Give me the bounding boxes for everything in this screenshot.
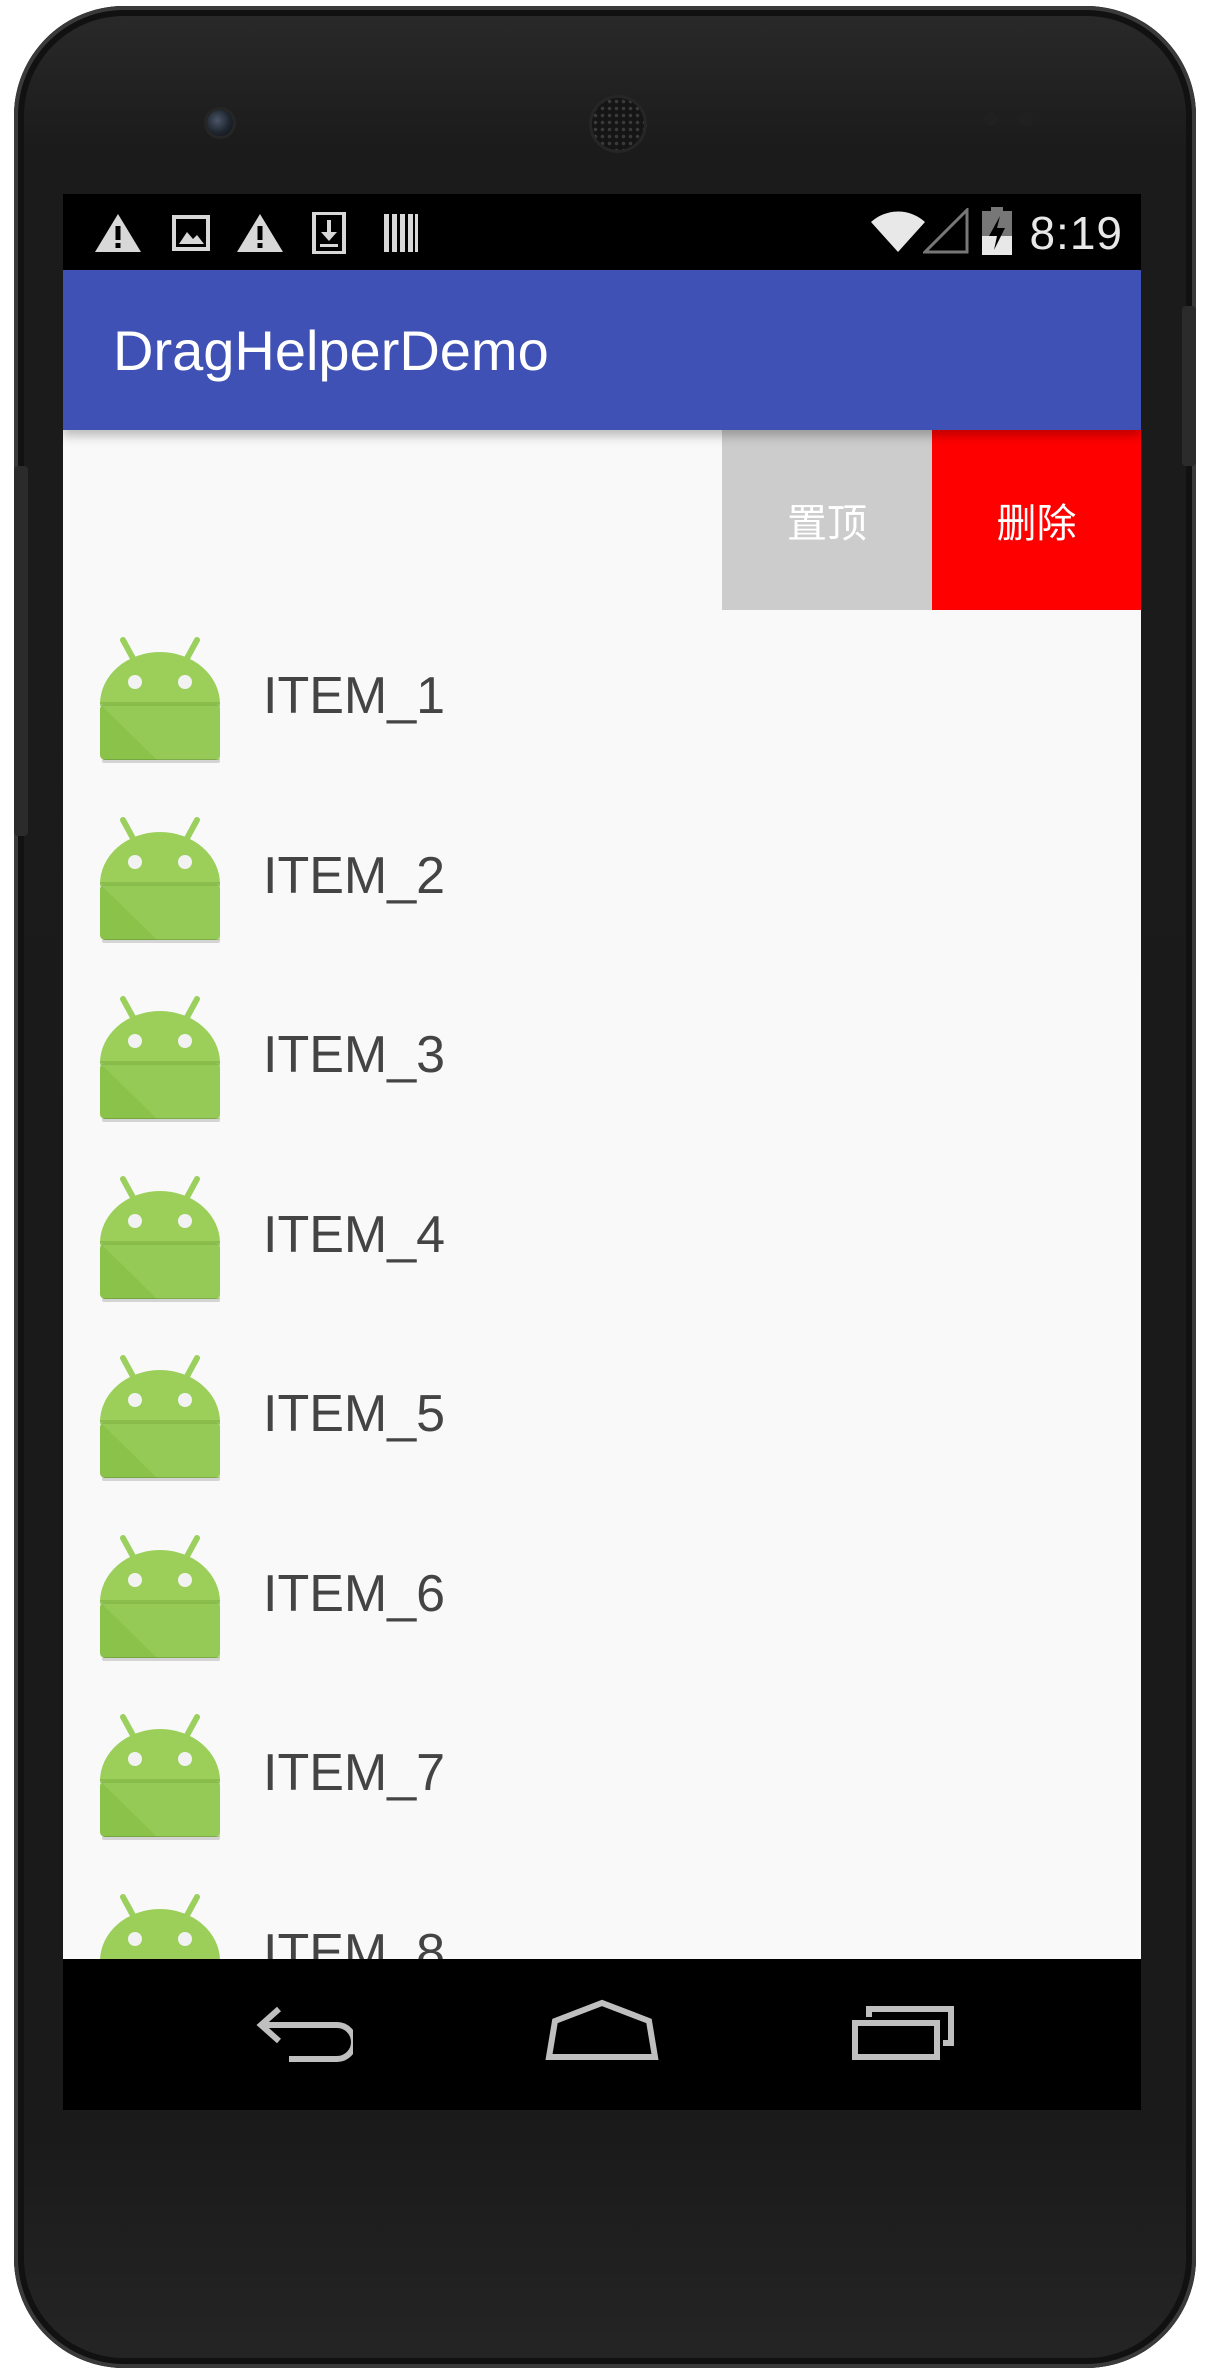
status-bar: 8:19 (63, 194, 1141, 270)
list-item-label: ITEM_6 (263, 1564, 446, 1623)
list-item[interactable]: ITEM_7 (63, 1687, 1141, 1866)
download-icon (312, 212, 346, 254)
battery-charging-icon (982, 207, 1012, 255)
list-item-label: ITEM_5 (263, 1385, 446, 1443)
list-item-label: ITEM_2 (263, 846, 446, 905)
list-item-label: ITEM_4 (263, 1205, 446, 1264)
item-list[interactable]: 置顶 删除 ITEM_1 ITEM_2 ITEM_3 ITEM_4 ITEM_5… (63, 430, 1141, 1959)
list-item-label: ITEM_1 (263, 667, 446, 725)
android-icon (97, 1534, 223, 1662)
list-item-label: ITEM_8 (263, 1923, 446, 1960)
android-icon (97, 816, 223, 944)
proximity-sensor (984, 112, 998, 126)
back-icon[interactable] (249, 1999, 353, 2063)
list-item[interactable]: ITEM_2 (63, 790, 1141, 969)
delete-button[interactable]: 删除 (932, 430, 1141, 610)
android-icon (97, 1713, 223, 1841)
recents-icon[interactable] (851, 1999, 959, 2063)
front-camera (207, 110, 233, 136)
cell-signal-icon (923, 208, 969, 254)
app-title: DragHelperDemo (113, 319, 549, 382)
app-bar: DragHelperDemo (63, 270, 1141, 430)
list-item[interactable]: ITEM_5 (63, 1328, 1141, 1507)
android-icon (97, 995, 223, 1123)
android-icon (97, 636, 223, 764)
swiped-list-item[interactable]: 置顶 删除 (63, 430, 1141, 610)
list-item[interactable]: ITEM_8 (63, 1867, 1141, 1960)
list-item-label: ITEM_3 (263, 1026, 446, 1084)
wifi-icon (871, 211, 925, 252)
list-item-label: ITEM_7 (263, 1744, 446, 1802)
home-icon[interactable] (545, 1999, 659, 2063)
earpiece-speaker (592, 98, 644, 150)
volume-button (14, 466, 28, 836)
list-item[interactable]: ITEM_6 (63, 1508, 1141, 1687)
list-item[interactable]: ITEM_4 (63, 1149, 1141, 1328)
android-icon (97, 1893, 223, 1959)
pin-to-top-button[interactable]: 置顶 (722, 430, 932, 610)
list-item[interactable]: ITEM_1 (63, 610, 1141, 789)
image-icon (172, 215, 210, 251)
status-time: 8:19 (1029, 207, 1123, 259)
screen: 8:19 DragHelperDemo 置顶 删除 ITEM_1 ITEM_2 … (63, 194, 1141, 2110)
warning-icon (237, 214, 283, 252)
list-item[interactable]: ITEM_3 (63, 969, 1141, 1148)
barcode-icon (384, 214, 418, 252)
navigation-bar (63, 1959, 1141, 2110)
warning-icon (95, 214, 141, 252)
android-icon (97, 1354, 223, 1482)
power-button (1182, 306, 1196, 466)
android-icon (97, 1175, 223, 1303)
light-sensor (1019, 112, 1033, 126)
